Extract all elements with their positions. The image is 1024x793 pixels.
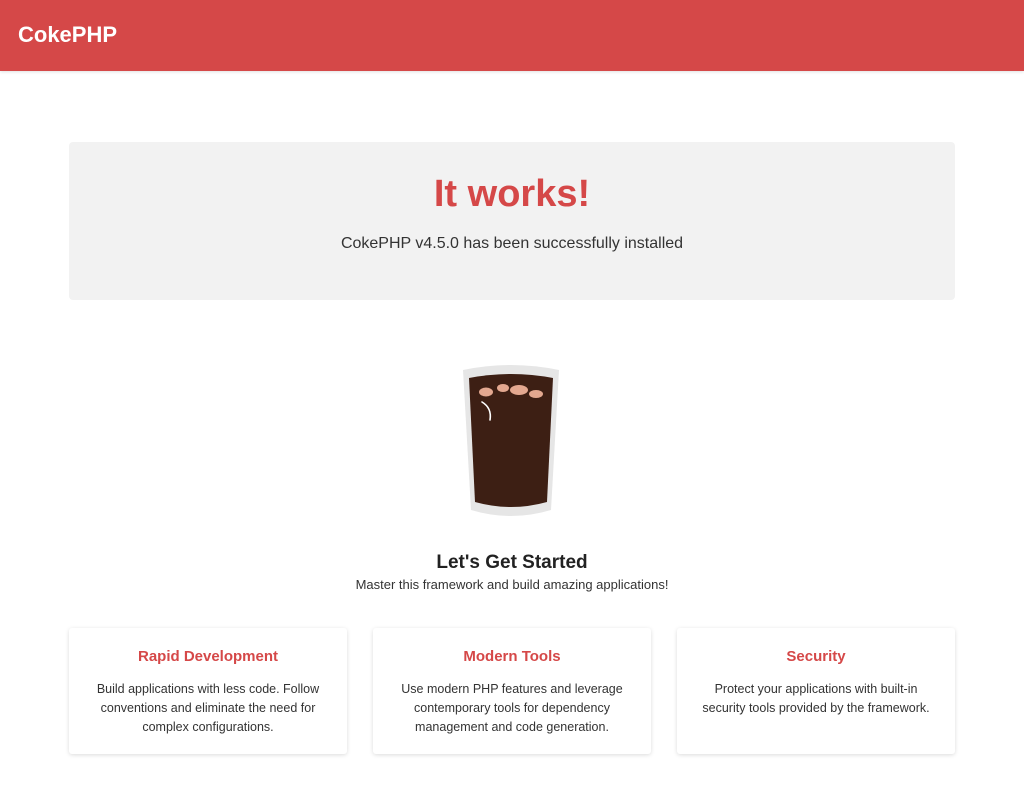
feature-card-title: Rapid Development <box>137 648 279 665</box>
feature-card-text: Protect your applications with built-in … <box>702 682 930 715</box>
hero-title: It works! <box>433 173 591 215</box>
feature-card-title: Security <box>786 648 846 665</box>
soda-glass-graphic <box>463 365 559 516</box>
hero-subtitle: CokePHP v4.5.0 has been successfully ins… <box>340 235 684 252</box>
bubble <box>510 385 528 395</box>
feature-card-title: Modern Tools <box>463 648 561 665</box>
bubble <box>479 387 493 397</box>
getting-started-subtitle: Master this framework and build amazing … <box>355 577 669 592</box>
bubble <box>497 384 509 392</box>
getting-started-title: Let's Get Started <box>436 552 588 573</box>
soda-glass-icon <box>455 360 567 524</box>
bubble <box>529 390 543 398</box>
feature-card-text: Use modern PHP features and leverage con… <box>401 682 623 734</box>
top-navbar: CokePHP <box>0 0 1024 71</box>
hero-banner: It works! CokePHP v4.5.0 has been succes… <box>69 142 955 300</box>
feature-card-text: Build applications with less code. Follo… <box>96 682 320 734</box>
feature-card-modern-tools: Modern Tools Use modern PHP features and… <box>373 628 651 754</box>
feature-card-security: Security Protect your applications with … <box>677 628 955 754</box>
brand-logo-link[interactable]: CokePHP <box>18 22 117 48</box>
feature-card-rapid-development: Rapid Development Build applications wit… <box>69 628 347 754</box>
